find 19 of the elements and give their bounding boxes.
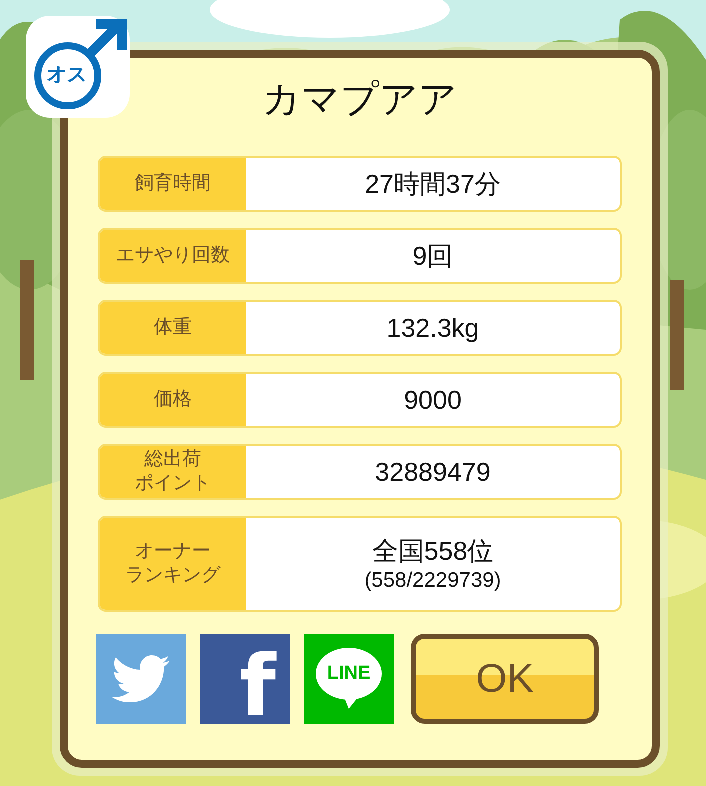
stat-label: 価格 (100, 374, 246, 426)
stat-label: エサやり回数 (100, 230, 246, 282)
stat-label: 飼育時間 (100, 158, 246, 210)
stat-value: 全国558位 (372, 535, 494, 568)
line-button[interactable]: LINE (304, 634, 394, 724)
stat-label: 総出荷 ポイント (100, 446, 246, 498)
ok-button[interactable]: OK (411, 634, 599, 724)
stat-label: 体重 (100, 302, 246, 354)
twitter-button[interactable] (96, 634, 186, 724)
stat-value: 9回 (412, 240, 454, 273)
stat-value: 132.3kg (386, 312, 480, 345)
badge-label: オス (47, 63, 87, 88)
stat-label: オーナー ランキング (100, 518, 246, 610)
pet-name: カマプアア (262, 78, 458, 122)
stat-value: 27時間37分 (365, 168, 501, 201)
stat-value: 9000 (404, 384, 462, 417)
stat-value: 32889479 (375, 456, 491, 489)
stat-detail: (558/2229739) (364, 568, 502, 594)
facebook-button[interactable]: f (200, 634, 290, 724)
